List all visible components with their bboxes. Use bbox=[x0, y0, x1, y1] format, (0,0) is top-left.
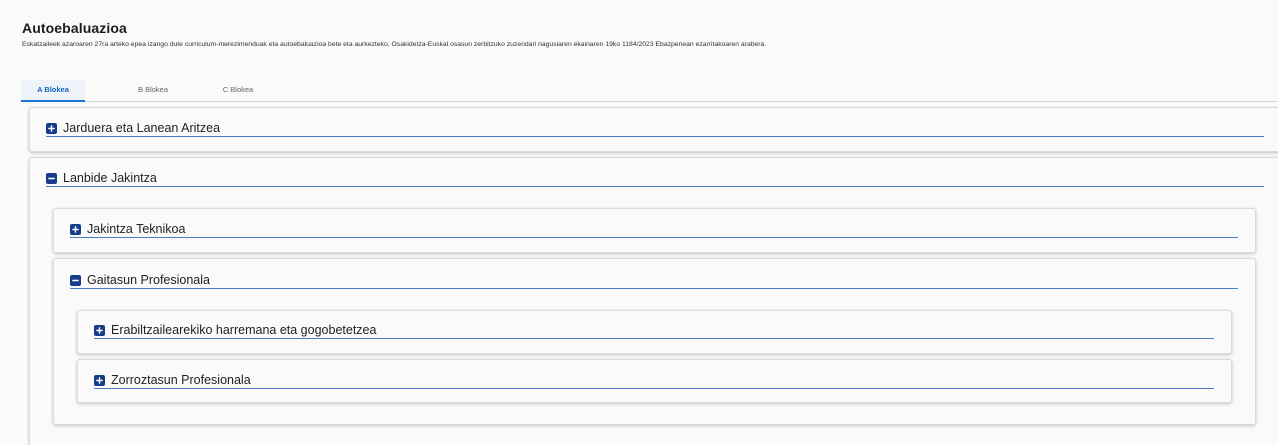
expand-plus-icon[interactable] bbox=[46, 122, 57, 134]
page-title: Autoebaluazioa bbox=[22, 20, 127, 36]
page-description: Eskatzaileek azaroaren 27ra arteko epea … bbox=[22, 41, 767, 48]
panel-header-lanbide[interactable]: Lanbide Jakintza bbox=[46, 170, 1264, 187]
page-header: Autoebaluazioa bbox=[22, 20, 127, 36]
collapse-minus-icon[interactable] bbox=[70, 274, 81, 286]
block-tabs: A Blokea B Blokea C Blokea bbox=[21, 80, 1278, 102]
panel-header-zorroztasun[interactable]: Zorroztasun Profesionala bbox=[94, 372, 1214, 389]
panel-header-erabiltzaile[interactable]: Erabiltzailearekiko harremana eta gogobe… bbox=[94, 322, 1214, 339]
tab-a-blokea[interactable]: A Blokea bbox=[21, 80, 85, 102]
tab-c-blokea[interactable]: C Blokea bbox=[206, 80, 270, 102]
expand-plus-icon[interactable] bbox=[94, 324, 105, 336]
panel-header-jarduera[interactable]: Jarduera eta Lanean Aritzea bbox=[46, 120, 1264, 137]
section-label: Lanbide Jakintza bbox=[63, 171, 157, 185]
expand-plus-icon[interactable] bbox=[70, 223, 81, 235]
section-label: Jarduera eta Lanean Aritzea bbox=[63, 121, 221, 135]
section-label: Jakintza Teknikoa bbox=[87, 222, 186, 236]
section-label: Erabiltzailearekiko harremana eta gogobe… bbox=[111, 323, 377, 337]
section-label: Zorroztasun Profesionala bbox=[111, 373, 251, 387]
collapse-minus-icon[interactable] bbox=[46, 172, 57, 184]
panel-header-jakintza-teknikoa[interactable]: Jakintza Teknikoa bbox=[70, 221, 1238, 238]
tab-b-blokea[interactable]: B Blokea bbox=[121, 80, 185, 102]
expand-plus-icon[interactable] bbox=[94, 374, 105, 386]
section-label: Gaitasun Profesionala bbox=[87, 273, 210, 287]
panel-header-gaitasun[interactable]: Gaitasun Profesionala bbox=[70, 272, 1238, 289]
